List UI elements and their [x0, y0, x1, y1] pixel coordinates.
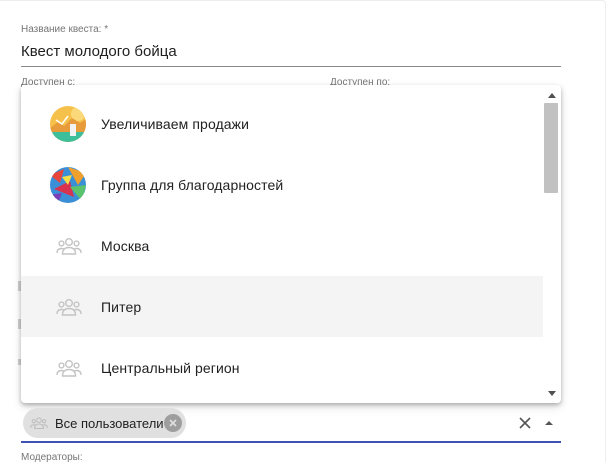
group-icon [30, 417, 48, 430]
groups-dropdown[interactable]: Увеличиваем продажи Группа для благодарн… [21, 85, 561, 403]
group-option-label: Питер [101, 298, 142, 315]
sales-avatar-icon [50, 105, 86, 142]
scrollbar-thumb[interactable] [544, 103, 558, 193]
group-icon [56, 237, 82, 255]
group-option-piter[interactable]: Питер [21, 276, 543, 337]
chip-remove-icon[interactable] [164, 414, 182, 432]
group-icon [56, 359, 82, 377]
dropdown-scrollbar[interactable] [543, 85, 561, 403]
quest-title-label: Название квеста: * [21, 24, 109, 35]
quest-form-card: Название квеста: * Квест молодого бойца … [0, 0, 606, 462]
users-field-underline [21, 441, 561, 443]
scroll-up-arrow-icon[interactable] [543, 87, 561, 103]
group-option-moscow[interactable]: Москва [21, 215, 543, 276]
quest-title-underline [21, 66, 561, 67]
moderators-label: Модераторы: [21, 452, 83, 462]
group-option-central[interactable]: Центральный регион [21, 337, 543, 398]
groups-list: Увеличиваем продажи Группа для благодарн… [21, 93, 543, 398]
group-option-sales[interactable]: Увеличиваем продажи [21, 93, 543, 154]
group-option-thanks[interactable]: Группа для благодарностей [21, 154, 543, 215]
users-chip-label: Все пользователи [55, 415, 164, 431]
quest-title-input[interactable]: Квест молодого бойца [21, 43, 177, 60]
group-icon [56, 298, 82, 316]
group-option-label: Москва [101, 237, 150, 254]
thanks-avatar-icon [50, 166, 86, 203]
scroll-down-arrow-icon[interactable] [543, 385, 561, 401]
group-option-label: Группа для благодарностей [101, 176, 284, 193]
group-option-label: Увеличиваем продажи [101, 115, 250, 132]
users-chip[interactable]: Все пользователи [23, 408, 186, 438]
clear-icon[interactable] [517, 415, 533, 431]
dropdown-toggle-up-icon[interactable] [542, 418, 556, 428]
group-option-label: Центральный регион [101, 359, 240, 376]
